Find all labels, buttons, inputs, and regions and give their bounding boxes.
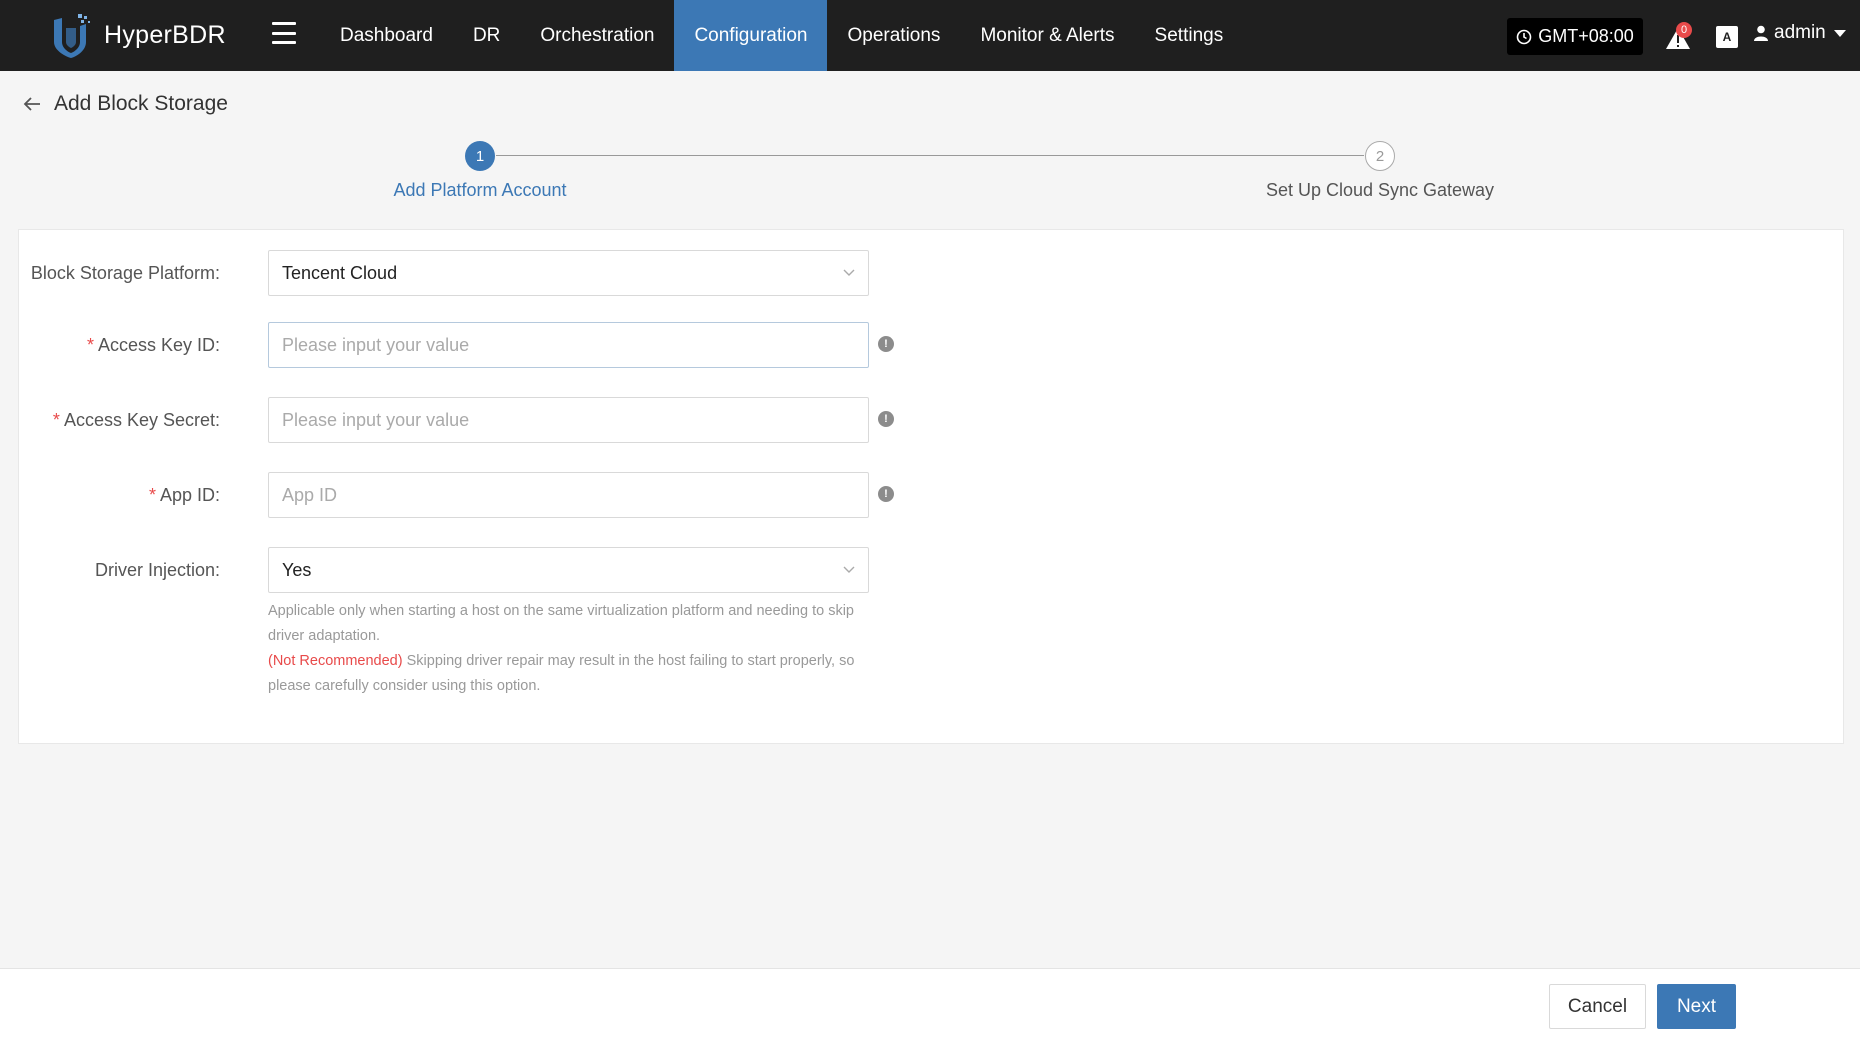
logo-shield-icon (54, 14, 90, 58)
user-menu[interactable]: admin (1754, 22, 1846, 44)
required-mark: * (86, 335, 94, 355)
timezone-button[interactable]: GMT+08:00 (1507, 18, 1643, 55)
driver-injection-label: Driver Injection: (94, 560, 220, 580)
language-icon[interactable]: A (1716, 26, 1738, 48)
step-1-indicator: 1 (465, 141, 495, 171)
username: admin (1774, 22, 1826, 43)
user-icon (1754, 25, 1768, 41)
not-recommended-warning: (Not Recommended) (268, 653, 403, 669)
driver-injection-select[interactable]: Yes (268, 547, 869, 593)
alert-count-badge: 0 (1676, 22, 1692, 38)
access-key-id-info-icon[interactable]: ! (878, 336, 894, 352)
back-arrow-icon[interactable] (22, 94, 42, 114)
platform-select[interactable]: Tencent Cloud (268, 250, 869, 296)
app-logo[interactable]: HyperBDR (48, 12, 226, 58)
nav-monitor-alerts[interactable]: Monitor & Alerts (960, 0, 1134, 71)
nav-orchestration[interactable]: Orchestration (520, 0, 674, 71)
steps-connector (496, 155, 1364, 156)
access-key-id-label: * Access Key ID: (86, 335, 220, 355)
form-card: Block Storage Platform: Tencent Cloud * A… (18, 229, 1844, 744)
access-key-secret-field[interactable] (268, 397, 869, 443)
nav-configuration[interactable]: Configuration (674, 0, 828, 71)
app-name: HyperBDR (104, 20, 226, 49)
chevron-down-icon (843, 566, 855, 573)
cancel-button[interactable]: Cancel (1549, 984, 1646, 1029)
platform-value: Tencent Cloud (282, 262, 398, 283)
main-nav: Dashboard DR Orchestration Configuration… (320, 0, 1243, 71)
app-id-label: * App ID: (148, 485, 220, 505)
page-header: Add Block Storage (22, 92, 228, 116)
driver-injection-value: Yes (282, 559, 312, 580)
step-1-label: Add Platform Account (393, 180, 567, 200)
required-mark: * (52, 410, 60, 430)
help-text-1: Applicable only when starting a host on … (268, 603, 854, 644)
nav-dashboard[interactable]: Dashboard (320, 0, 453, 71)
timezone-label: GMT+08:00 (1538, 26, 1634, 46)
access-key-id-field[interactable] (268, 322, 869, 368)
access-key-secret-label: * Access Key Secret: (52, 410, 220, 430)
clock-icon (1516, 29, 1532, 44)
app-id-field[interactable] (268, 472, 869, 518)
menu-toggle-icon[interactable] (272, 22, 296, 44)
chevron-down-icon (843, 269, 855, 276)
nav-operations[interactable]: Operations (827, 0, 960, 71)
required-mark: * (148, 485, 156, 505)
top-navigation-bar: HyperBDR Dashboard DR Orchestration Conf… (0, 0, 1860, 71)
app-id-info-icon[interactable]: ! (878, 486, 894, 502)
app-id-input[interactable] (282, 484, 855, 506)
driver-injection-help: Applicable only when starting a host on … (268, 599, 878, 699)
access-key-secret-input[interactable] (282, 409, 855, 431)
step-2-indicator: 2 (1365, 141, 1395, 171)
platform-label: Block Storage Platform: (30, 263, 220, 283)
next-button[interactable]: Next (1657, 984, 1736, 1029)
page-title: Add Block Storage (54, 92, 228, 115)
caret-down-icon (1833, 29, 1846, 37)
step-2-label: Set Up Cloud Sync Gateway (1265, 180, 1495, 200)
nav-settings[interactable]: Settings (1135, 0, 1244, 71)
access-key-id-input[interactable] (282, 334, 855, 356)
nav-dr[interactable]: DR (453, 0, 520, 71)
access-key-secret-info-icon[interactable]: ! (878, 411, 894, 427)
